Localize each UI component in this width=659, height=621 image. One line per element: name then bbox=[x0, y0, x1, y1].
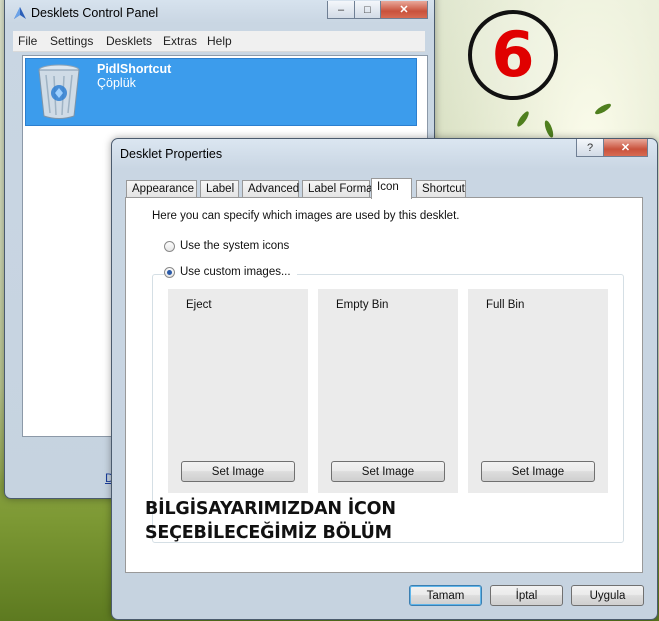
close-icon: ✕ bbox=[620, 142, 631, 154]
full-bin-image-slot: Full Bin Set Image bbox=[468, 289, 608, 493]
menu-extras[interactable]: Extras bbox=[163, 34, 197, 48]
close-button[interactable]: ✕ bbox=[380, 1, 428, 19]
help-button[interactable]: ? bbox=[576, 139, 604, 157]
menu-settings[interactable]: Settings bbox=[50, 34, 93, 48]
custom-images-option[interactable]: Use custom images... bbox=[164, 266, 297, 278]
system-icons-radio[interactable] bbox=[164, 240, 175, 252]
eject-image-slot: Eject Set Image bbox=[168, 289, 308, 493]
control-panel-title: Desklets Control Panel bbox=[31, 6, 159, 20]
tab-icon[interactable]: Icon bbox=[371, 178, 412, 199]
close-icon: ✕ bbox=[399, 4, 409, 16]
set-image-empty-bin-button[interactable]: Set Image bbox=[331, 461, 445, 482]
step-badge: 6 bbox=[468, 10, 558, 100]
tab-label-format[interactable]: Label Format bbox=[302, 180, 376, 197]
annotation-caption: BİLGİSAYARIMIZDAN İCON SEÇEBİLECEĞİMİZ B… bbox=[145, 497, 396, 545]
caption-line-2: SEÇEBİLECEĞİMİZ BÖLÜM bbox=[145, 523, 392, 543]
minimize-icon: – bbox=[337, 3, 345, 16]
tab-label[interactable]: Label bbox=[200, 180, 239, 197]
tab-advanced[interactable]: Advanced bbox=[242, 180, 299, 197]
set-image-full-bin-button[interactable]: Set Image bbox=[481, 461, 595, 482]
menu-bar: File Settings Desklets Extras Help bbox=[13, 31, 425, 52]
desklets-app-icon bbox=[14, 7, 26, 19]
slot-label-full-bin: Full Bin bbox=[486, 299, 525, 311]
list-item-name: PidlShortcut bbox=[97, 62, 172, 76]
maximize-icon: □ bbox=[364, 3, 371, 16]
help-icon: ? bbox=[586, 141, 594, 154]
tab-description: Here you can specify which images are us… bbox=[152, 210, 460, 222]
list-item[interactable]: PidlShortcut Çöplük bbox=[25, 58, 417, 126]
dialog-close-button[interactable]: ✕ bbox=[603, 139, 648, 157]
dialog-title: Desklet Properties bbox=[120, 147, 223, 161]
desklet-properties-dialog: Desklet Properties ? ✕ Appearance Label … bbox=[111, 138, 658, 620]
minimize-button[interactable]: – bbox=[327, 1, 355, 19]
apply-button[interactable]: Uygula bbox=[571, 585, 644, 606]
slot-label-empty-bin: Empty Bin bbox=[336, 299, 389, 311]
caption-line-1: BİLGİSAYARIMIZDAN İCON bbox=[145, 499, 396, 519]
maximize-button[interactable]: □ bbox=[354, 1, 381, 19]
recycle-bin-icon bbox=[38, 64, 80, 119]
menu-desklets[interactable]: Desklets bbox=[106, 34, 152, 48]
custom-images-radio[interactable] bbox=[164, 266, 175, 278]
list-item-subtitle: Çöplük bbox=[97, 76, 136, 90]
system-icons-label: Use the system icons bbox=[180, 240, 290, 252]
set-image-eject-button[interactable]: Set Image bbox=[181, 461, 295, 482]
empty-bin-image-slot: Empty Bin Set Image bbox=[318, 289, 458, 493]
system-icons-option[interactable]: Use the system icons bbox=[164, 240, 289, 252]
menu-help[interactable]: Help bbox=[207, 34, 232, 48]
custom-images-label: Use custom images... bbox=[180, 266, 291, 278]
tab-appearance[interactable]: Appearance bbox=[126, 180, 197, 197]
ok-button[interactable]: Tamam bbox=[409, 585, 482, 606]
cancel-button[interactable]: İptal bbox=[490, 585, 563, 606]
step-number: 6 bbox=[491, 18, 535, 91]
menu-file[interactable]: File bbox=[18, 34, 37, 48]
slot-label-eject: Eject bbox=[186, 299, 212, 311]
tab-shortcut[interactable]: Shortcut bbox=[416, 180, 466, 197]
